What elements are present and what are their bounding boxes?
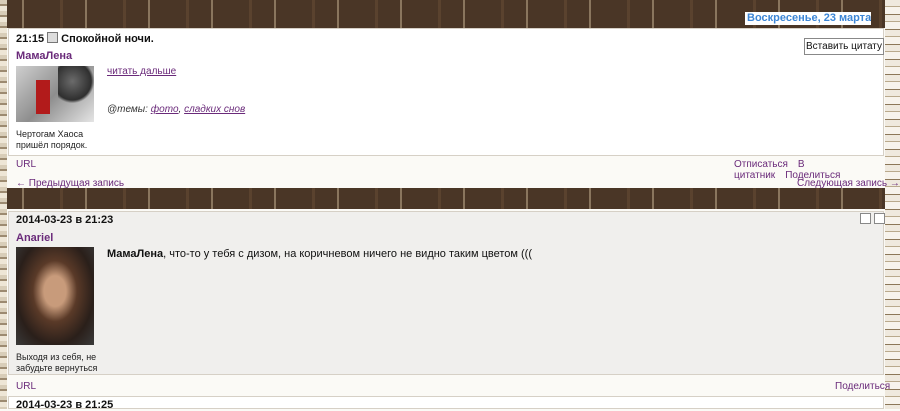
avatar-phonebox-shape [36,80,50,114]
post-panel [8,28,884,156]
post-tags: @темы: фото, сладких снов [107,104,246,115]
avatar-tree-shape [58,66,94,104]
right-border-texture [885,0,900,409]
next-entry-link[interactable]: Следующая запись → [797,178,900,189]
previous-entry-link[interactable]: ← Предыдущая запись [16,178,124,189]
tag-photo[interactable]: фото [151,104,179,115]
date-heading: Воскресенье, 23 марта 20 [745,12,871,25]
comment-signature-line-1: Выходя из себя, не [16,352,97,362]
decorative-separator-band [0,188,900,209]
post-author-link[interactable]: МамаЛена [16,50,72,62]
comment-text: , что-то у тебя с дизом, на коричневом н… [163,248,533,260]
comment-mention: МамаЛена [107,248,164,260]
insert-quote-button[interactable]: Вставить цитату [804,38,884,55]
edit-icon[interactable] [874,213,885,224]
post-icon [47,32,59,43]
comment-panel-2 [8,396,884,409]
comment-panel [8,211,884,375]
tag-sweet-dreams[interactable]: сладких снов [184,104,245,115]
post-author-signature: Чертогам Хаоса пришёл порядок. [16,129,87,151]
signature-line-2: пришёл порядок. [16,140,88,150]
post-title: Спокойной ночи. [61,33,154,45]
unsubscribe-link[interactable]: Отписаться [734,159,788,170]
comment-tools [860,213,885,224]
collapse-icon[interactable] [860,213,871,224]
comment-author-avatar[interactable] [16,247,94,345]
left-border-texture [0,0,7,409]
read-more-link[interactable]: читать дальше [107,66,176,77]
comment-2-datetime: 2014-03-23 в 21:25 [16,399,114,411]
comment-body: МамаЛена, что-то у тебя с дизом, на кори… [107,248,532,260]
comment-signature-line-2: забудьте вернуться [16,363,98,373]
comment-url-link[interactable]: URL [16,381,36,392]
comment-author-link[interactable]: Anariel [16,232,53,244]
tags-label: @темы: [107,104,148,115]
signature-line-1: Чертогам Хаоса [16,129,84,139]
comment-author-signature: Выходя из себя, не забудьте вернуться [16,352,97,374]
post-time: 21:15 [16,33,45,45]
comment-datetime: 2014-03-23 в 21:23 [16,214,114,226]
post-title-row: 21:15 Спокойной ночи. [16,32,154,45]
comment-share-link[interactable]: Поделиться [835,381,890,392]
post-url-link[interactable]: URL [16,159,36,170]
